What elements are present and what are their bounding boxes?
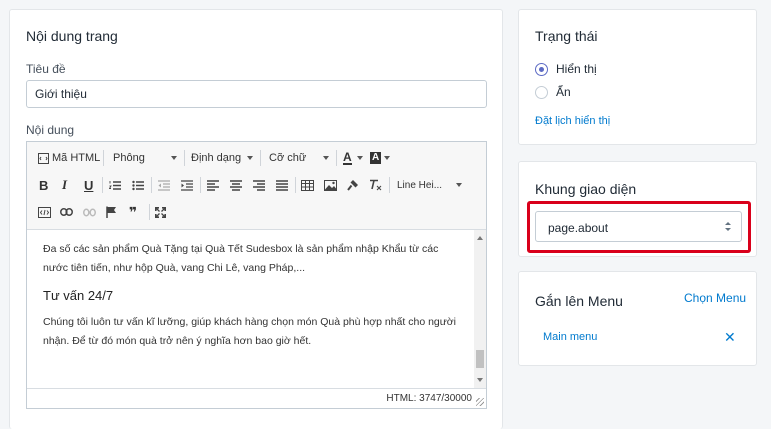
card-title: Trạng thái — [535, 28, 598, 44]
choose-menu-link[interactable]: Chọn Menu — [684, 291, 746, 305]
italic-icon: I — [62, 177, 68, 192]
select-arrows-icon — [725, 222, 731, 232]
title-input[interactable] — [26, 80, 487, 108]
radio-selected-icon[interactable] — [535, 62, 548, 76]
blockquote-button[interactable]: ❞ — [129, 202, 137, 222]
ordered-list-icon — [109, 180, 121, 191]
image-icon — [324, 179, 337, 191]
status-option-hidden[interactable]: Ẩn — [535, 85, 571, 99]
clear-format-button[interactable] — [369, 175, 382, 195]
link-icon — [60, 208, 73, 216]
bold-icon: B — [39, 177, 49, 193]
indent-icon — [181, 179, 193, 191]
code-view-button[interactable] — [38, 202, 51, 222]
editor-content[interactable]: Đa số các sản phẩm Quà Tặng tại Quà Tết … — [27, 230, 474, 388]
align-left-button[interactable] — [207, 175, 219, 195]
underline-button[interactable]: U — [84, 175, 93, 195]
resize-handle-icon[interactable] — [476, 398, 484, 406]
fullscreen-icon — [155, 206, 166, 218]
font-family-value: Phông — [113, 152, 145, 164]
format-select[interactable]: Định dạng — [191, 148, 253, 168]
align-right-button[interactable] — [253, 175, 265, 195]
align-center-button[interactable] — [230, 175, 242, 195]
indent-button[interactable] — [181, 175, 193, 195]
quote-icon: ❞ — [129, 203, 138, 220]
card-title: Khung giao diện — [535, 181, 637, 197]
bold-button[interactable]: B — [39, 175, 48, 195]
content-label: Nội dung — [26, 123, 75, 137]
align-justify-button[interactable] — [276, 175, 288, 195]
align-center-icon — [230, 179, 242, 191]
outdent-icon — [158, 179, 170, 191]
editor-statusbar: HTML: 3747/30000 — [27, 388, 486, 408]
scroll-down-arrow-icon[interactable] — [477, 378, 483, 382]
radio-unselected-icon[interactable] — [535, 85, 548, 99]
align-left-icon — [207, 179, 219, 191]
ordered-list-button[interactable] — [109, 175, 121, 195]
font-size-value: Cỡ chữ — [269, 152, 307, 164]
editor-toolbar: Mã HTML Phông Định dạng Cỡ chữ A A B I U… — [27, 142, 486, 230]
menu-item-main[interactable]: Main menu — [543, 331, 597, 343]
clear-format-icon — [369, 179, 382, 191]
menu-card: Gắn lên Menu Chọn Menu Main menu ✕ — [518, 271, 757, 366]
status-option-label: Ẩn — [556, 85, 571, 99]
scroll-up-arrow-icon[interactable] — [477, 236, 483, 240]
editor-scrollbar[interactable] — [474, 230, 486, 388]
background-color-icon: A — [370, 152, 382, 164]
card-title: Gắn lên Menu — [535, 293, 623, 309]
font-color-icon: A — [343, 150, 352, 165]
link-button[interactable] — [60, 202, 73, 222]
image-button[interactable] — [324, 175, 337, 195]
content-heading: Tư vấn 24/7 — [43, 288, 114, 303]
unlink-icon — [83, 208, 96, 217]
character-count: HTML: 3747/30000 — [386, 393, 472, 404]
bullet-list-button[interactable] — [132, 175, 144, 195]
title-label: Tiêu đề — [26, 62, 66, 76]
template-card: Khung giao diện page.about — [518, 161, 757, 257]
scroll-thumb[interactable] — [476, 350, 484, 368]
page-content-card: Nội dung trang Tiêu đề Nội dung Mã HTML … — [9, 9, 503, 429]
status-option-visible[interactable]: Hiển thị — [535, 62, 597, 76]
status-option-label: Hiển thị — [556, 62, 597, 76]
remove-menu-icon[interactable]: ✕ — [724, 329, 736, 346]
font-size-select[interactable]: Cỡ chữ — [269, 148, 329, 168]
unlink-button[interactable] — [83, 202, 96, 222]
template-select-value: page.about — [548, 221, 609, 235]
table-icon — [301, 179, 314, 191]
paint-format-icon — [347, 179, 359, 191]
flag-icon — [106, 206, 117, 218]
fullscreen-button[interactable] — [155, 202, 166, 222]
align-right-icon — [253, 179, 265, 191]
card-title: Nội dung trang — [26, 28, 118, 44]
paint-format-button[interactable] — [347, 175, 359, 195]
rich-text-editor: Mã HTML Phông Định dạng Cỡ chữ A A B I U… — [26, 141, 487, 409]
line-height-value: Line Hei... — [397, 179, 443, 191]
font-family-select[interactable]: Phông — [113, 148, 177, 168]
source-code-icon — [38, 152, 49, 164]
text-color-button[interactable]: A — [343, 148, 363, 168]
italic-button[interactable]: I — [62, 175, 67, 195]
schedule-visibility-link[interactable]: Đặt lịch hiển thị — [535, 115, 610, 127]
table-button[interactable] — [301, 175, 314, 195]
status-card: Trạng thái Hiển thị Ẩn Đặt lịch hiển thị — [518, 9, 757, 145]
format-value: Định dạng — [191, 152, 242, 164]
align-justify-icon — [276, 179, 288, 191]
line-height-select[interactable]: Line Hei... — [397, 175, 462, 195]
code-icon — [38, 206, 51, 218]
underline-icon: U — [84, 177, 94, 193]
outdent-button[interactable] — [158, 175, 170, 195]
background-color-button[interactable]: A — [370, 148, 390, 168]
template-select[interactable]: page.about — [535, 211, 742, 242]
source-code-label: Mã HTML — [52, 152, 101, 164]
anchor-button[interactable] — [106, 202, 117, 222]
content-paragraph: Chúng tôi luôn tư vấn kĩ lưỡng, giúp khá… — [43, 316, 457, 347]
source-code-button[interactable]: Mã HTML — [38, 148, 100, 168]
bullet-list-icon — [132, 180, 144, 191]
content-paragraph: Đa số các sản phẩm Quà Tặng tại Quà Tết … — [43, 243, 439, 274]
